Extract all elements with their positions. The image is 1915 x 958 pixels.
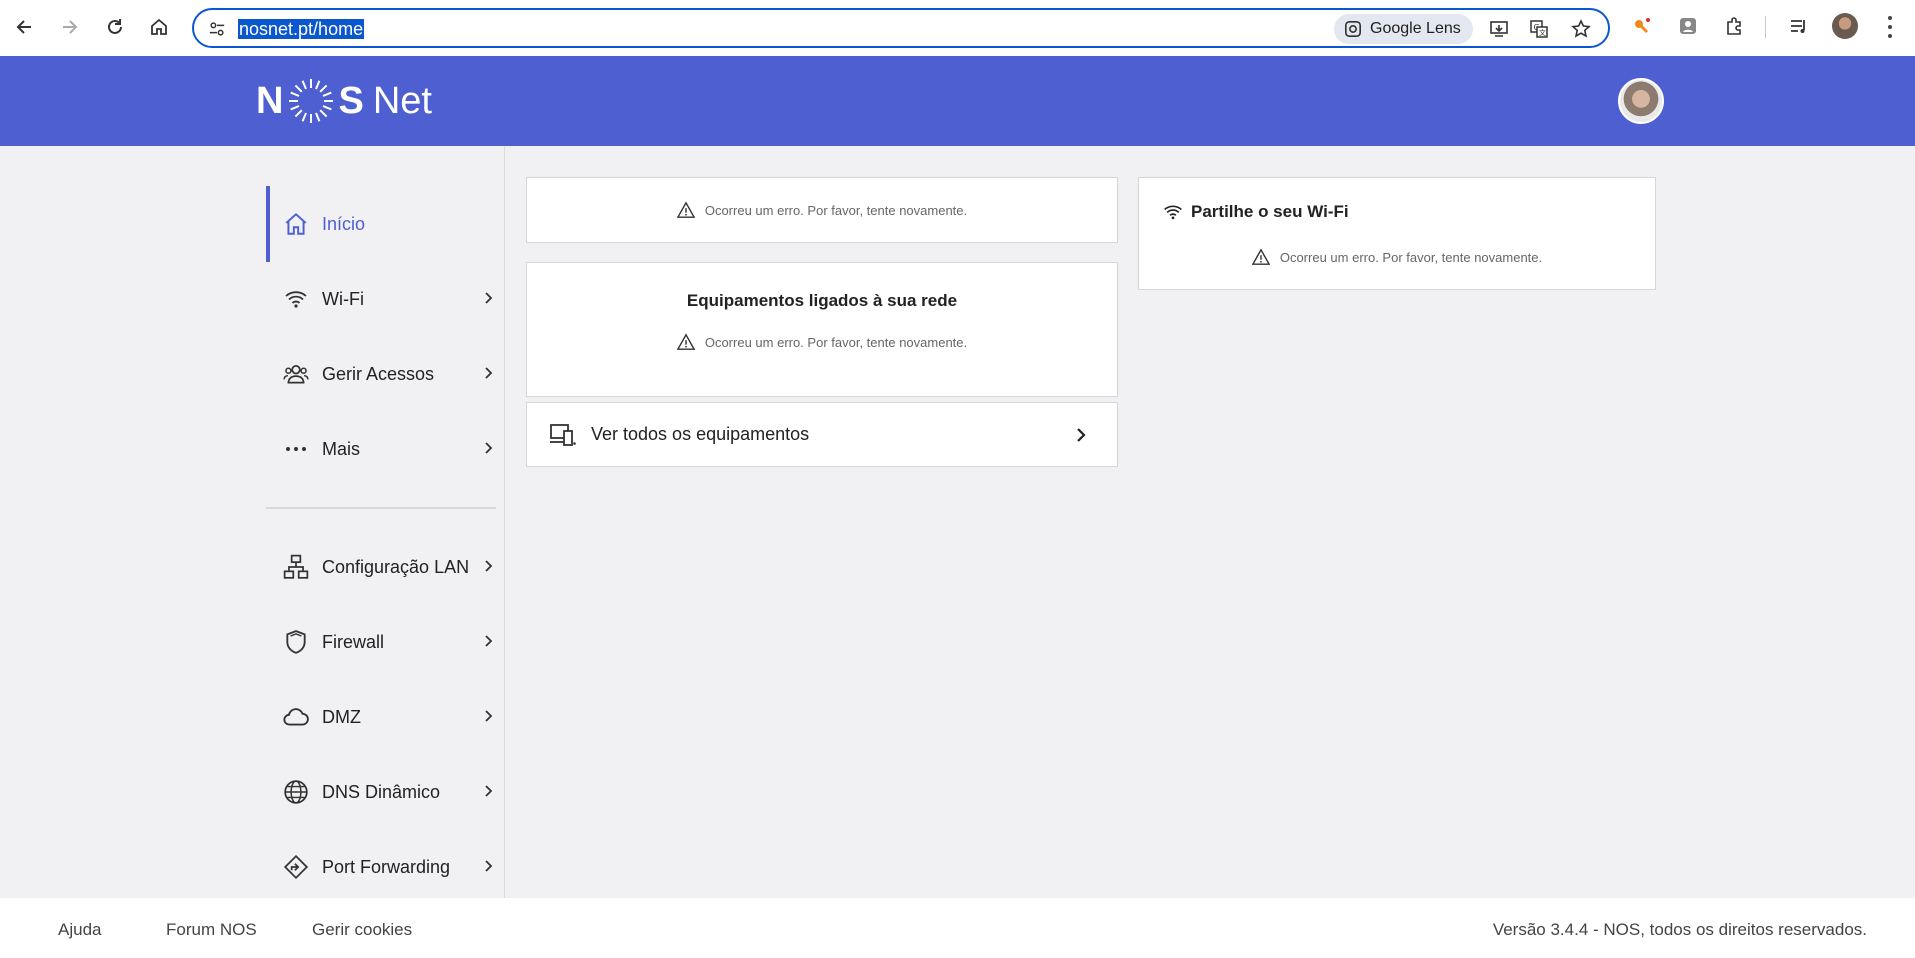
status-error-card: Ocorreu um erro. Por favor, tente novame… [526,177,1118,243]
warning-icon [676,333,695,350]
sidebar-item-label: Mais [322,438,361,459]
globe-icon [282,778,310,806]
sidebar-item-label: Configuração LAN [322,556,470,577]
back-button[interactable] [10,12,40,42]
chevron-right-icon [485,860,493,872]
footer-version-text: Versão 3.4.4 - NOS, todos os direitos re… [1492,920,1867,939]
sidebar-item-gerir-acessos[interactable]: Gerir Acessos [266,339,500,409]
sidebar-item-label: DMZ [322,706,361,727]
sidebar-item-configuracao-lan[interactable]: Configuração LAN [266,532,500,602]
chevron-right-icon [485,560,493,572]
sidebar-item-wifi[interactable]: Wi-Fi [266,264,500,334]
home-icon [151,18,167,35]
home-button[interactable] [144,12,174,42]
error-message: Ocorreu um erro. Por favor, tente novame… [1139,248,1655,266]
nos-sun-logo-icon [289,79,334,123]
profile-extension-icon[interactable] [1674,12,1702,40]
wifi-icon [282,285,310,313]
chevron-right-icon [485,635,493,647]
error-text: Ocorreu um erro. Por favor, tente novame… [1279,249,1543,265]
arrow-left-icon [16,20,31,34]
extensions-puzzle-icon[interactable] [1720,12,1748,40]
arrow-right-icon [63,20,78,34]
sidebar-item-firewall[interactable]: Firewall [266,607,500,677]
chevron-right-icon [485,292,493,304]
devices-title: Equipamentos ligados à sua rede [686,291,958,310]
google-lens-button[interactable]: Google Lens [1334,14,1473,44]
media-control-icon[interactable] [1785,12,1813,40]
see-all-devices-button[interactable]: Ver todos os equipamentos [526,402,1118,467]
url-text[interactable]: nosnet.pt/home [238,18,365,40]
chevron-right-icon [485,442,493,454]
sidebar-item-port-forwarding[interactable]: Port Forwarding [266,832,500,902]
sidebar-item-label: DNS Dinâmico [322,781,441,802]
wifi-icon [1164,205,1182,220]
sidebar-item-dmz[interactable]: DMZ [266,682,500,752]
chevron-right-icon [485,710,493,722]
lens-icon [1344,20,1362,38]
install-app-icon[interactable] [1486,16,1512,42]
chevron-right-icon [1077,428,1086,442]
sidebar-item-label: Port Forwarding [322,856,451,877]
reload-button[interactable] [100,12,130,42]
page-footer: Ajuda Forum NOS Gerir cookies Versão 3.4… [0,898,1915,958]
footer-help-link[interactable]: Ajuda [58,920,101,940]
app-header: N S Net [0,56,1915,146]
logo-letter-n: N [256,79,285,122]
sidebar-item-mais[interactable]: Mais [266,414,500,484]
logo-letter-s: S [338,79,365,122]
forward-button[interactable] [54,12,84,42]
sidebar-item-label: Gerir Acessos [322,363,435,384]
share-wifi-card: Partilhe o seu Wi-Fi Ocorreu um erro. Po… [1138,177,1656,290]
logo-net-text: Net [372,79,432,122]
user-avatar[interactable] [1618,78,1664,124]
site-info-icon[interactable] [206,18,228,40]
error-message: Ocorreu um erro. Por favor, tente novame… [527,333,1117,351]
error-message: Ocorreu um erro. Por favor, tente novame… [527,178,1117,242]
devices-icon [550,423,576,446]
error-text: Ocorreu um erro. Por favor, tente novame… [704,202,968,218]
share-wifi-title: Partilhe o seu Wi-Fi [1191,202,1349,221]
users-icon [282,360,310,388]
devices-card: Equipamentos ligados à sua rede Ocorreu … [526,262,1118,397]
svg-text:文: 文 [1539,28,1546,37]
sidebar-nav: Início Wi-Fi Gerir Acessos Mais Configur… [0,146,505,898]
footer-cookies-link[interactable]: Gerir cookies [312,920,412,940]
sidebar-item-label: Firewall [322,631,385,652]
more-dots-icon [282,435,310,463]
sidebar-divider [266,507,496,509]
footer-forum-link[interactable]: Forum NOS [166,920,257,940]
translate-icon[interactable]: G文 [1526,16,1552,42]
home-icon [282,210,310,238]
cloud-icon [282,703,310,731]
address-bar[interactable]: nosnet.pt/home Google Lens G文 [192,8,1610,48]
warning-icon [1251,248,1270,265]
browser-menu-icon[interactable] [1880,14,1900,40]
sidebar-item-label: Início [322,213,366,234]
nos-net-logo[interactable]: N S Net [256,76,432,126]
chevron-right-icon [485,367,493,379]
toolbar-separator [1765,16,1766,38]
see-all-label: Ver todos os equipamentos [591,424,810,444]
chevron-right-icon [485,785,493,797]
network-icon [282,553,310,581]
share-wifi-header: Partilhe o seu Wi-Fi [1163,202,1349,222]
browser-toolbar: nosnet.pt/home Google Lens G文 [0,0,1915,56]
browser-profile-avatar[interactable] [1832,13,1858,39]
sidebar-item-inicio[interactable]: Início [266,189,500,259]
sidebar-item-dns-dinamico[interactable]: DNS Dinâmico [266,757,500,827]
reload-icon [108,19,122,34]
error-text: Ocorreu um erro. Por favor, tente novame… [704,334,968,350]
sidebar-item-label: Wi-Fi [322,288,364,309]
shield-icon [282,628,310,656]
key-extension-icon[interactable] [1628,12,1656,40]
port-forward-icon [282,853,310,881]
bookmark-star-icon[interactable] [1568,16,1594,42]
lens-label: Google Lens [1370,20,1461,37]
warning-icon [676,201,695,218]
